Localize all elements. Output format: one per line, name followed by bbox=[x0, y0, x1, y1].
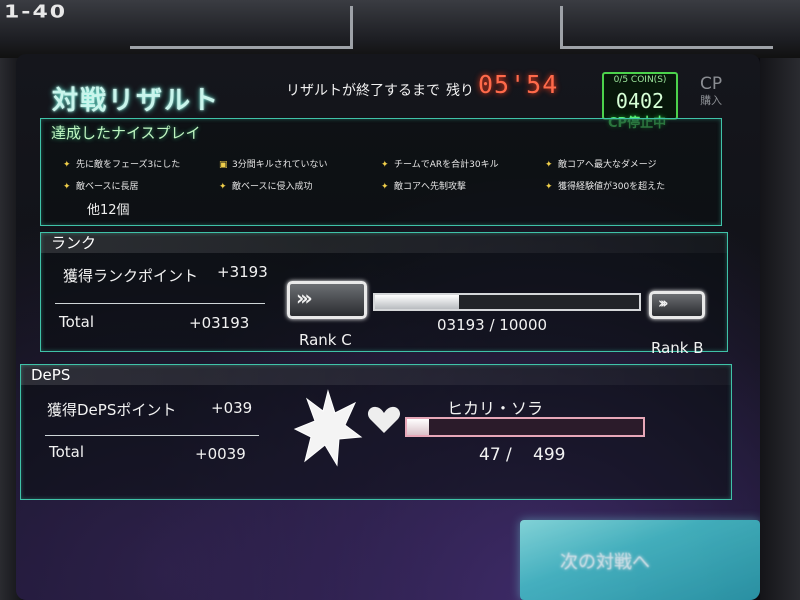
nice-play-item: ✦ 敵ベースに侵入成功 bbox=[219, 182, 313, 192]
rank-panel: ランク 獲得ランクポイント +3193 Total +03193 ››› Ran… bbox=[40, 232, 728, 357]
rank-total-label: Total bbox=[59, 313, 95, 331]
rank-total-value: +03193 bbox=[189, 314, 250, 332]
timer-suffix: 残り bbox=[446, 83, 474, 99]
deps-heading: DePS bbox=[21, 365, 731, 385]
other-plays-count: 他12個 bbox=[87, 203, 130, 218]
chevron-right-icon: ››› bbox=[296, 286, 313, 310]
character-name: ヒカリ・ソラ bbox=[447, 399, 544, 418]
next-battle-button[interactable]: 次の対戦へ bbox=[520, 520, 760, 600]
medal-icon: ✦ bbox=[63, 182, 71, 192]
deps-points-label: 獲得DePSポイント bbox=[47, 401, 177, 419]
deps-panel: DePS 獲得DePSポイント +039 Total +0039 ヒカリ・ソラ … bbox=[20, 364, 732, 500]
nice-play-item: ✦ 敵ベースに長居 bbox=[63, 182, 139, 192]
heart-icon bbox=[367, 406, 401, 433]
deps-divider bbox=[45, 435, 259, 436]
deps-progress-max: 499 bbox=[533, 445, 566, 465]
rank-c-badge: ››› bbox=[287, 281, 367, 319]
nice-play-item: ▣ 3分間キルされていない bbox=[219, 160, 328, 170]
star-burst-icon bbox=[293, 389, 363, 467]
deps-points-value: +039 bbox=[211, 399, 253, 417]
deps-progress-bar bbox=[405, 417, 645, 437]
rank-points-value: +3193 bbox=[217, 263, 268, 281]
countdown-timer: 05'54 bbox=[478, 70, 559, 99]
medal-icon: ✦ bbox=[219, 182, 227, 192]
rank-b-badge: ››› bbox=[649, 291, 705, 319]
cp-title: CP bbox=[700, 74, 723, 94]
medal-icon: ✦ bbox=[63, 160, 71, 170]
deps-progress-fill bbox=[407, 419, 430, 435]
medal-icon: ✦ bbox=[381, 160, 389, 170]
rank-points-label: 獲得ランクポイント bbox=[63, 267, 199, 285]
deps-total-label: Total bbox=[49, 443, 85, 461]
cp-buy-button[interactable]: CP 購入 bbox=[700, 74, 723, 107]
nice-play-item: ✦ チームでARを合計30キル bbox=[381, 160, 499, 170]
nice-play-item: ✦ 先に敵をフェーズ3にした bbox=[63, 160, 181, 170]
cabinet-frame-top: 1-40 bbox=[0, 0, 800, 58]
cabinet-label: 1-40 bbox=[4, 2, 68, 23]
timer-label: リザルトが終了するまで bbox=[286, 83, 440, 99]
rank-divider bbox=[55, 303, 265, 304]
result-screen: 対戦リザルト リザルトが終了するまで 残り 05'54 0/5 COIN(S) … bbox=[16, 54, 760, 600]
medal-icon: ✦ bbox=[381, 182, 389, 192]
rank-progress-fill bbox=[375, 295, 460, 309]
chevron-right-icon: ››› bbox=[658, 294, 668, 312]
nice-play-item: ✦ 敵コアへ最大なダメージ bbox=[545, 160, 657, 170]
cp-buy-label: 購入 bbox=[700, 94, 723, 107]
next-battle-label: 次の対戦へ bbox=[560, 552, 650, 573]
nice-plays-heading: 達成したナイスプレイ bbox=[51, 124, 201, 142]
deps-total-value: +0039 bbox=[195, 445, 246, 463]
rank-progress-bar bbox=[373, 293, 641, 311]
coin-label: 0/5 COIN(S) bbox=[613, 75, 667, 85]
rank-progress-text: 03193 / 10000 bbox=[437, 316, 548, 334]
medal-icon: ▣ bbox=[219, 160, 228, 170]
nice-plays-panel: 達成したナイスプレイ ✦ 先に敵をフェーズ3にした ▣ 3分間キルされていない ✦ チ… bbox=[40, 118, 722, 226]
coin-value: 0402 bbox=[615, 89, 665, 113]
nice-play-item: ✦ 獲得経験値が300を超えた bbox=[545, 182, 666, 192]
rank-heading: ランク bbox=[41, 233, 727, 253]
medal-icon: ✦ bbox=[545, 160, 553, 170]
nice-play-item: ✦ 敵コアへ先制攻撃 bbox=[381, 182, 467, 192]
page-title: 対戦リザルト bbox=[52, 86, 221, 116]
current-rank-label: Rank C bbox=[299, 331, 352, 349]
next-rank-label: Rank B bbox=[651, 339, 704, 357]
medal-icon: ✦ bbox=[545, 182, 553, 192]
cabinet-deco-left bbox=[130, 6, 353, 49]
cabinet-frame-right bbox=[760, 58, 800, 600]
cabinet-deco-right bbox=[560, 6, 773, 49]
deps-progress-current: 47 / bbox=[479, 445, 512, 465]
